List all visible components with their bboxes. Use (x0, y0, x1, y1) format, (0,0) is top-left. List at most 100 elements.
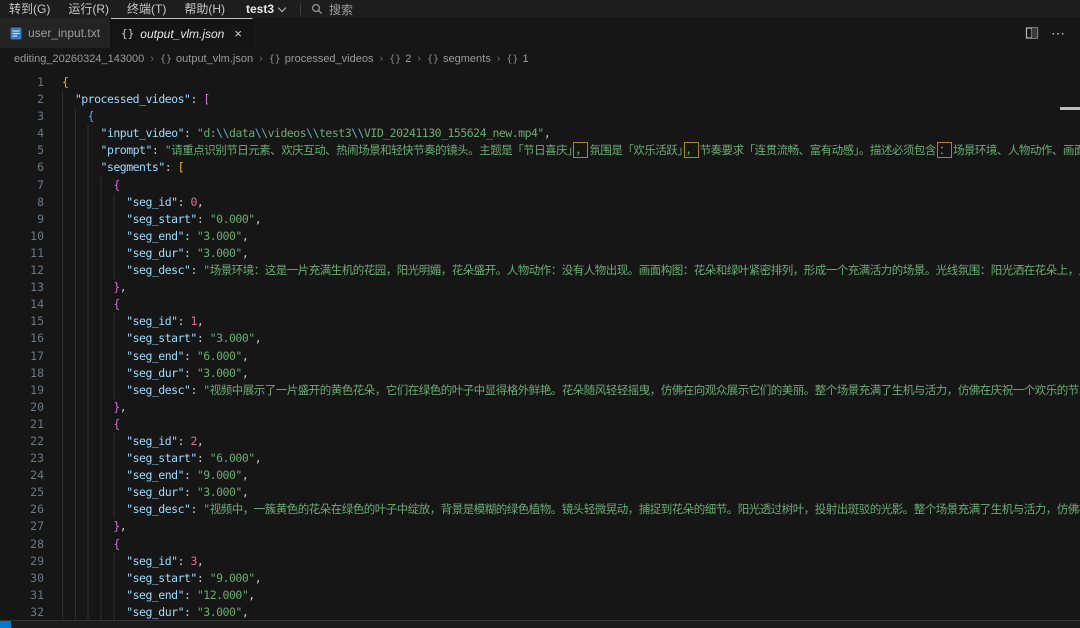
code-line[interactable]: 20}, (0, 399, 1080, 416)
token-k: "seg_dur" (126, 605, 184, 619)
line-content: "seg_dur": "3.000", (126, 366, 248, 380)
token-s: "视频中，一簇黄色的花朵在绿色的叶子中绽放，背景是模糊的绿色植物。镜头轻微晃动，… (203, 502, 1080, 516)
search-box[interactable]: 搜索 (311, 1, 353, 18)
code-line[interactable]: 5"prompt": "请重点识别节日元素、欢庆互动、热闹场景和轻快节奏的镜头。… (0, 142, 1080, 159)
tab-user-input-txt[interactable]: user_input.txt (0, 18, 111, 48)
menu-item-goto[interactable]: 转到(G) (0, 0, 59, 18)
breadcrumb-item-0[interactable]: editing_20260324_143000 (14, 53, 144, 65)
line-content: "seg_id": 0, (126, 195, 203, 209)
token-b2: [ (203, 92, 209, 106)
token-p: , (120, 280, 126, 294)
code-line[interactable]: 11"seg_dur": "3.000", (0, 245, 1080, 262)
line-number: 10 (0, 228, 44, 245)
line-number: 20 (0, 399, 44, 416)
token-e: \\ (351, 126, 364, 140)
indent-guides (62, 484, 124, 501)
code-line[interactable]: 12"seg_desc": "场景环境：这是一片充满生机的花园，阳光明媚，花朵盛… (0, 262, 1080, 279)
breadcrumb-item-4[interactable]: {}segments (427, 53, 491, 65)
breadcrumb-separator: › (379, 53, 383, 65)
code-line[interactable]: 27}, (0, 518, 1080, 535)
token-p: , (255, 571, 261, 585)
code-line[interactable]: 28{ (0, 536, 1080, 553)
symbol-braces-icon: {} (427, 54, 439, 65)
code-line[interactable]: 22"seg_id": 2, (0, 433, 1080, 450)
token-p: : (190, 263, 203, 277)
code-line[interactable]: 29"seg_id": 3, (0, 553, 1080, 570)
line-number: 8 (0, 194, 44, 211)
menu-item-run[interactable]: 运行(R) (59, 0, 118, 18)
token-p: , (248, 588, 254, 602)
code-line[interactable]: 32"seg_dur": "3.000", (0, 604, 1080, 620)
workspace-selector[interactable]: test3 (246, 2, 286, 16)
code-line[interactable]: 19"seg_desc": "视频中展示了一片盛开的黄色花朵，它们在绿色的叶子中… (0, 382, 1080, 399)
token-p: , (242, 229, 248, 243)
line-content: "seg_end": "12.000", (126, 588, 255, 602)
tabs-container: user_input.txt {}output_vlm.json× (0, 18, 253, 48)
overview-ruler-mark (1060, 107, 1080, 110)
token-k: "seg_desc" (126, 263, 190, 277)
code-line[interactable]: 30"seg_start": "9.000", (0, 570, 1080, 587)
code-line[interactable]: 31"seg_end": "12.000", (0, 587, 1080, 604)
json-braces-icon: {} (121, 27, 134, 40)
breadcrumb-item-1[interactable]: {}output_vlm.json (160, 53, 253, 65)
token-s: "请重点识别节日元素、欢庆互动、热闹场景和轻快节奏的镜头。主题是「节日喜庆」 (165, 143, 573, 157)
token-s: "0.000" (210, 212, 255, 226)
code-line[interactable]: 21{ (0, 416, 1080, 433)
indent-guides (62, 159, 99, 176)
indent-guides (62, 330, 124, 347)
code-line[interactable]: 2"processed_videos": [ (0, 91, 1080, 108)
remote-indicator[interactable] (0, 621, 11, 628)
line-number: 5 (0, 142, 44, 159)
token-p: : (178, 554, 191, 568)
code-line[interactable]: 6"segments": [ (0, 159, 1080, 176)
code-line[interactable]: 23"seg_start": "6.000", (0, 450, 1080, 467)
line-number: 32 (0, 604, 44, 620)
indent-guides (62, 348, 124, 365)
token-b3: { (88, 109, 94, 123)
token-u: ， (684, 142, 699, 158)
chevron-down-icon (278, 3, 286, 11)
token-k: "seg_dur" (126, 485, 184, 499)
token-b2: { (113, 297, 119, 311)
line-content: "seg_desc": "视频中展示了一片盛开的黄色花朵，它们在绿色的叶子中显得… (126, 383, 1080, 397)
line-number: 14 (0, 296, 44, 313)
tab-label: user_input.txt (28, 26, 100, 40)
code-line[interactable]: 1{ (0, 74, 1080, 91)
code-line[interactable]: 25"seg_dur": "3.000", (0, 484, 1080, 501)
breadcrumb-label: editing_20260324_143000 (14, 53, 144, 65)
code-line[interactable]: 8 "seg_id": 0, (0, 194, 1080, 211)
tab-output-vlm-json[interactable]: {}output_vlm.json× (111, 18, 253, 48)
code-line[interactable]: 24"seg_end": "9.000", (0, 467, 1080, 484)
breadcrumb-item-3[interactable]: {}2 (389, 53, 411, 65)
code-line[interactable]: 17"seg_end": "6.000", (0, 348, 1080, 365)
token-e: \\ (216, 126, 229, 140)
breadcrumb-item-2[interactable]: {}processed_videos (269, 53, 374, 65)
split-editor-icon[interactable] (1025, 26, 1039, 40)
breadcrumb-item-5[interactable]: {}1 (506, 53, 528, 65)
token-p: : (184, 126, 197, 140)
code-line[interactable]: 14 { (0, 296, 1080, 313)
menu-item-terminal[interactable]: 终端(T) (118, 0, 175, 18)
code-line[interactable]: 26"seg_desc": "视频中，一簇黄色的花朵在绿色的叶子中绽放，背景是模… (0, 501, 1080, 518)
token-p: , (197, 554, 203, 568)
code-line[interactable]: 7{ (0, 177, 1080, 194)
code-line[interactable]: 4"input_video": "d:\\data\\videos\\test3… (0, 125, 1080, 142)
code-line[interactable]: 18"seg_dur": "3.000", (0, 365, 1080, 382)
token-k: "processed_videos" (75, 92, 191, 106)
code-line[interactable]: 10"seg_end": "3.000", (0, 228, 1080, 245)
indent-guides (62, 313, 124, 330)
code-line[interactable]: 13}, (0, 279, 1080, 296)
line-content: "seg_start": "0.000", (126, 212, 261, 226)
code-line[interactable]: 9"seg_start": "0.000", (0, 211, 1080, 228)
close-icon[interactable]: × (234, 27, 242, 40)
code-line[interactable]: 16"seg_start": "3.000", (0, 330, 1080, 347)
token-p: , (120, 400, 126, 414)
token-p: : (184, 605, 197, 619)
menu-item-help[interactable]: 帮助(H) (175, 0, 234, 18)
line-content: "seg_id": 3, (126, 554, 203, 568)
tab-bar: user_input.txt {}output_vlm.json× ⋯ (0, 18, 1080, 48)
code-line[interactable]: 15"seg_id": 1, (0, 313, 1080, 330)
token-p: , (242, 605, 248, 619)
more-actions-icon[interactable]: ⋯ (1051, 25, 1066, 42)
code-line[interactable]: 3{ (0, 108, 1080, 125)
